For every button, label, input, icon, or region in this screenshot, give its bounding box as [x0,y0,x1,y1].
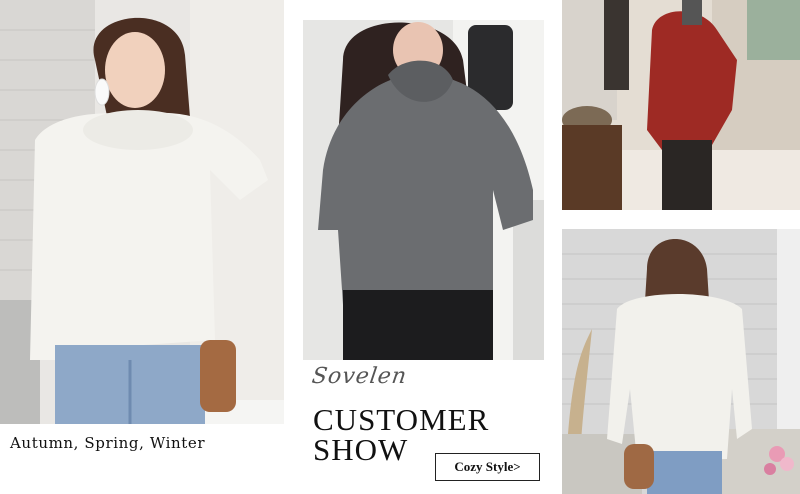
model-white-sweater-photo [0,0,284,424]
customer-red-sweater-photo [562,0,800,210]
model-white-sweater-back-photo [562,229,800,494]
cozy-style-button[interactable]: Cozy Style> [435,453,540,481]
season-caption: Autumn, Spring, Winter [10,434,206,452]
customer-show-title-line2: SHOW [313,432,409,467]
customer-gray-sweater-photo [303,20,544,360]
brand-signature: Sovelen [310,364,409,389]
